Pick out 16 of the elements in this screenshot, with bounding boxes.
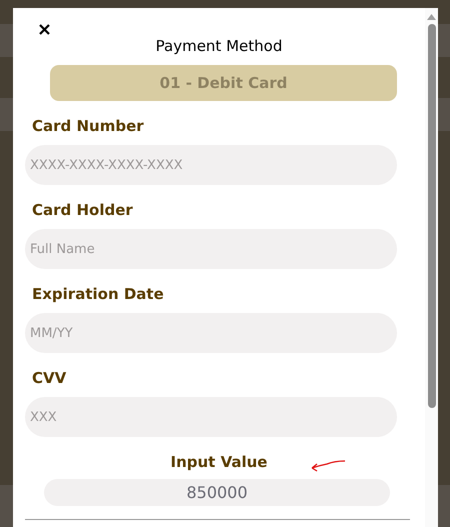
field-label: Card Holder (32, 201, 133, 219)
scrollbar-thumb[interactable] (428, 24, 436, 408)
arrow-annotation (310, 459, 346, 473)
payment-method-select[interactable]: 01 - Debit Card (50, 65, 397, 101)
input-field[interactable]: XXXX-XXXX-XXXX-XXXX (25, 145, 397, 185)
field-label: Expiration Date (32, 285, 164, 303)
input-field[interactable]: XXX (25, 397, 397, 437)
field-label: Input Value (170, 453, 268, 471)
value-field[interactable]: 850000 (44, 479, 390, 506)
input-field[interactable]: MM/YY (25, 313, 397, 353)
dialog-title: Payment Method (154, 37, 284, 55)
close-icon[interactable] (39, 24, 50, 35)
input-field[interactable]: Full Name (25, 229, 397, 269)
scroll-up-icon[interactable] (427, 14, 436, 20)
field-label: Card Number (32, 117, 144, 135)
field-label: CVV (32, 369, 66, 387)
